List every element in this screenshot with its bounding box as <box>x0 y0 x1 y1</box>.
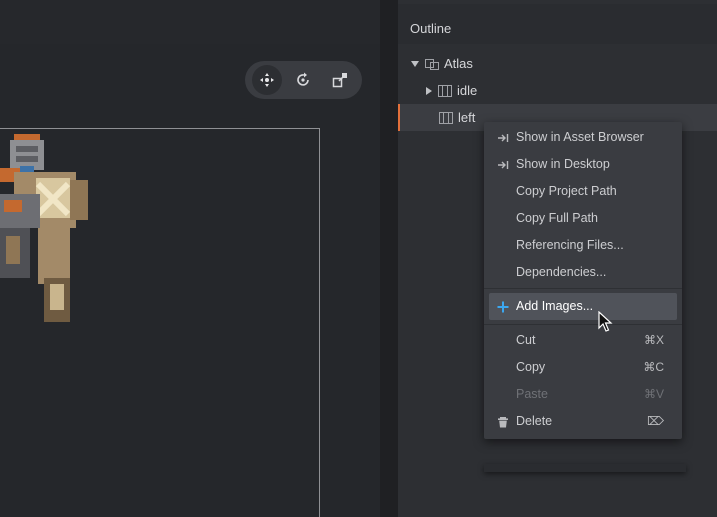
animation-icon <box>438 84 452 98</box>
rotate-tool-button[interactable] <box>288 65 318 95</box>
menu-item-label: Paste <box>516 387 548 401</box>
manipulator-toolbar <box>245 61 362 99</box>
chevron-down-icon[interactable] <box>411 60 419 67</box>
menu-item-label: Referencing Files... <box>516 238 624 252</box>
menu-item-label: Copy <box>516 360 546 374</box>
shortcut-label: ⌦ <box>647 414 664 428</box>
menu-item-add-images[interactable]: Add Images... <box>489 293 677 320</box>
mouse-cursor-icon <box>598 311 613 332</box>
menu-item-show-in-desktop[interactable]: Show in Desktop <box>484 151 682 178</box>
menu-item-referencing-files[interactable]: Referencing Files... <box>484 232 682 259</box>
move-tool-button[interactable] <box>252 65 283 95</box>
outline-item-label: Atlas <box>444 56 473 71</box>
menu-separator <box>484 288 682 289</box>
reveal-icon <box>496 158 510 172</box>
menu-item-copy[interactable]: Copy ⌘C <box>484 354 682 381</box>
outline-item-idle[interactable]: idle <box>398 77 717 104</box>
shortcut-label: ⌘V <box>643 387 664 401</box>
scene-tab-strip <box>0 0 380 44</box>
menu-item-copy-full-path[interactable]: Copy Full Path <box>484 205 682 232</box>
menu-item-paste: Paste ⌘V <box>484 381 682 408</box>
menu-item-label: Add Images... <box>516 299 594 313</box>
outline-item-label: idle <box>457 83 478 98</box>
menu-item-label: Copy Full Path <box>516 211 598 225</box>
trash-icon <box>496 415 510 429</box>
menu-item-dependencies[interactable]: Dependencies... <box>484 259 682 286</box>
outline-item-atlas[interactable]: Atlas <box>398 50 717 77</box>
menu-item-copy-project-path[interactable]: Copy Project Path <box>484 178 682 205</box>
menu-item-label: Cut <box>516 333 536 347</box>
scale-tool-icon <box>332 73 347 88</box>
menu-separator <box>484 324 682 325</box>
scale-tool-button[interactable] <box>325 65 355 95</box>
shortcut-label: ⌘C <box>643 360 664 374</box>
move-tool-icon <box>260 73 275 87</box>
plus-icon <box>496 300 510 314</box>
atlas-icon <box>425 57 439 71</box>
outline-header: Outline <box>398 4 717 44</box>
menu-shadow <box>484 464 686 472</box>
menu-item-cut[interactable]: Cut ⌘X <box>484 327 682 354</box>
editor-window: Outline Atlas idle left Show in Asset Br… <box>0 0 717 517</box>
shortcut-label: ⌘X <box>643 333 664 347</box>
menu-item-label: Dependencies... <box>516 265 607 279</box>
menu-item-delete[interactable]: Delete ⌦ <box>484 408 682 435</box>
context-menu: Show in Asset Browser Show in Desktop Co… <box>484 122 682 439</box>
chevron-right-icon[interactable] <box>426 86 432 95</box>
sprite-image <box>0 134 88 322</box>
menu-item-label: Show in Desktop <box>516 157 610 171</box>
menu-item-label: Show in Asset Browser <box>516 130 644 144</box>
outline-item-label: left <box>458 110 476 125</box>
menu-item-label: Delete <box>516 414 553 428</box>
menu-item-label: Copy Project Path <box>516 184 617 198</box>
panel-divider[interactable] <box>380 0 398 517</box>
menu-item-show-in-asset-browser[interactable]: Show in Asset Browser <box>484 124 682 151</box>
rotate-tool-icon <box>297 72 310 86</box>
reveal-icon <box>496 131 510 145</box>
outline-title: Outline <box>410 21 452 36</box>
animation-icon <box>439 111 453 125</box>
